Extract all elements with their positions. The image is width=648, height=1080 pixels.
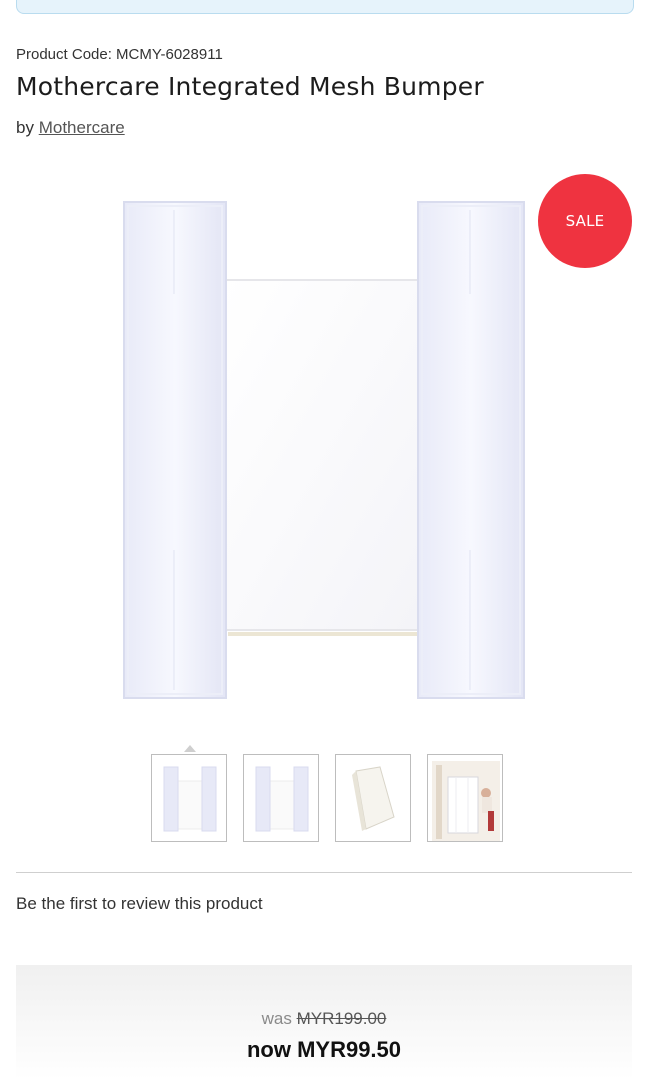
selected-thumb-indicator (184, 745, 196, 752)
thumb-cot-image (432, 761, 500, 841)
thumb-folded-image (352, 766, 395, 831)
by-label: by (16, 118, 34, 137)
original-price: MYR199.00 (296, 1009, 387, 1028)
thumbnail-folded-view[interactable] (335, 754, 411, 842)
thumbnail-in-cot-view[interactable] (427, 754, 503, 842)
notice-banner (16, 0, 634, 14)
product-code: Product Code: MCMY-6028911 (16, 46, 223, 63)
thumbnail-front-view[interactable] (151, 754, 227, 842)
was-price: was MYR199.00 (16, 1009, 632, 1029)
thumbnail-flat-view[interactable] (243, 754, 319, 842)
was-label: was (261, 1009, 292, 1028)
bumper-illustration (123, 201, 525, 699)
write-first-review-link[interactable]: Be the first to review this product (16, 894, 263, 914)
current-price: now MYR99.50 (246, 1037, 402, 1062)
thumb-bumper-image (163, 766, 217, 832)
product-title: Mothercare Integrated Mesh Bumper (16, 72, 484, 101)
sale-badge: SALE (538, 174, 632, 268)
brand-line: by Mothercare (16, 118, 125, 138)
brand-link[interactable]: Mothercare (39, 118, 125, 137)
section-divider (16, 872, 632, 873)
thumb-bumper-image (255, 766, 309, 832)
price-panel: was MYR199.00 now MYR99.50 (16, 965, 632, 1080)
main-product-image[interactable] (110, 190, 540, 710)
